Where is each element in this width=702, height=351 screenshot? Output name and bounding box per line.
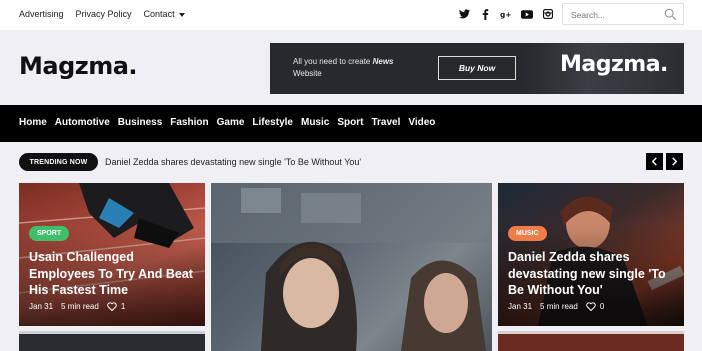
featured-card-music[interactable]: MUSIC Daniel Zedda shares devastating ne… <box>498 183 684 326</box>
chevron-right-icon <box>672 157 678 166</box>
google-plus-icon[interactable]: g+ <box>500 8 512 20</box>
card-likes[interactable]: 1 <box>107 302 125 311</box>
card-read-time: 5 min read <box>540 302 578 311</box>
search-input[interactable] <box>571 9 661 21</box>
nav-item-lifestyle[interactable]: Lifestyle <box>252 117 293 128</box>
youtube-icon[interactable] <box>521 8 533 20</box>
ad-banner[interactable]: All you need to create News Website Buy N… <box>270 43 684 94</box>
twitter-icon[interactable] <box>458 8 470 20</box>
card-date: Jan 31 <box>29 302 54 311</box>
card-likes[interactable]: 0 <box>586 302 604 311</box>
heart-icon <box>107 302 117 311</box>
nav-item-travel[interactable]: Travel <box>371 117 400 128</box>
top-links: Advertising Privacy Policy Contact <box>19 9 185 19</box>
link-advertising[interactable]: Advertising <box>19 9 64 19</box>
heart-icon <box>586 302 596 311</box>
trending-bar: TRENDING NOW Daniel Zedda shares devasta… <box>19 152 684 172</box>
banner-text-suffix: Website <box>293 69 322 78</box>
card-title[interactable]: Usain Challenged Employees To Try And Be… <box>29 249 197 299</box>
card-image <box>211 183 492 351</box>
card-likes-count: 1 <box>120 302 126 311</box>
facebook-icon[interactable] <box>479 8 491 20</box>
link-contact-label: Contact <box>143 9 175 19</box>
site-logo[interactable]: Magzma. <box>19 52 138 80</box>
card-meta: Jan 31 5 min read 1 <box>29 302 125 311</box>
trending-prev-button[interactable] <box>646 153 663 170</box>
nav-item-game[interactable]: Game <box>217 117 245 128</box>
nav-item-automotive[interactable]: Automotive <box>55 117 110 128</box>
card-image <box>498 331 684 334</box>
svg-text:g+: g+ <box>500 10 511 19</box>
trending-headline[interactable]: Daniel Zedda shares devastating new sing… <box>105 157 361 167</box>
featured-card-sport[interactable]: SPORT Usain Challenged Employees To Try … <box>19 183 205 326</box>
nav-item-home[interactable]: Home <box>19 117 47 128</box>
banner-logo: Magzma. <box>560 52 668 77</box>
card-likes-count: 0 <box>599 302 605 311</box>
category-badge[interactable]: MUSIC <box>508 226 547 241</box>
instagram-icon[interactable] <box>542 8 554 20</box>
main-nav: Home Automotive Business Fashion Game Li… <box>0 105 702 142</box>
top-bar: Advertising Privacy Policy Contact g+ <box>0 0 702 30</box>
chevron-down-icon <box>178 12 185 17</box>
link-contact[interactable]: Contact <box>144 9 185 19</box>
search-box <box>562 3 684 25</box>
banner-text-bold: News <box>372 57 394 66</box>
nav-item-fashion[interactable]: Fashion <box>170 117 208 128</box>
trending-next-button[interactable] <box>666 153 683 170</box>
card-title[interactable]: Daniel Zedda shares devastating new sing… <box>508 249 678 299</box>
card-image <box>19 331 205 334</box>
featured-card-center[interactable] <box>211 183 492 351</box>
card-date: Jan 31 <box>508 302 533 311</box>
category-badge[interactable]: SPORT <box>29 226 70 241</box>
trending-badge: TRENDING NOW <box>19 153 98 171</box>
nav-item-sport[interactable]: Sport <box>337 117 363 128</box>
card-read-time: 5 min read <box>61 302 99 311</box>
search-icon[interactable] <box>664 8 677 26</box>
chevron-left-icon <box>651 157 657 166</box>
banner-text-prefix: All you need to create <box>293 57 373 66</box>
secondary-card[interactable] <box>498 331 684 351</box>
social-icons: g+ <box>458 8 554 20</box>
nav-item-video[interactable]: Video <box>408 117 435 128</box>
buy-now-button[interactable]: Buy Now <box>438 56 516 80</box>
secondary-card[interactable] <box>19 331 205 351</box>
nav-item-business[interactable]: Business <box>118 117 162 128</box>
link-privacy-policy[interactable]: Privacy Policy <box>76 9 132 19</box>
card-meta: Jan 31 5 min read 0 <box>508 302 604 311</box>
nav-item-music[interactable]: Music <box>301 117 329 128</box>
banner-text: All you need to create News Website <box>293 56 423 80</box>
